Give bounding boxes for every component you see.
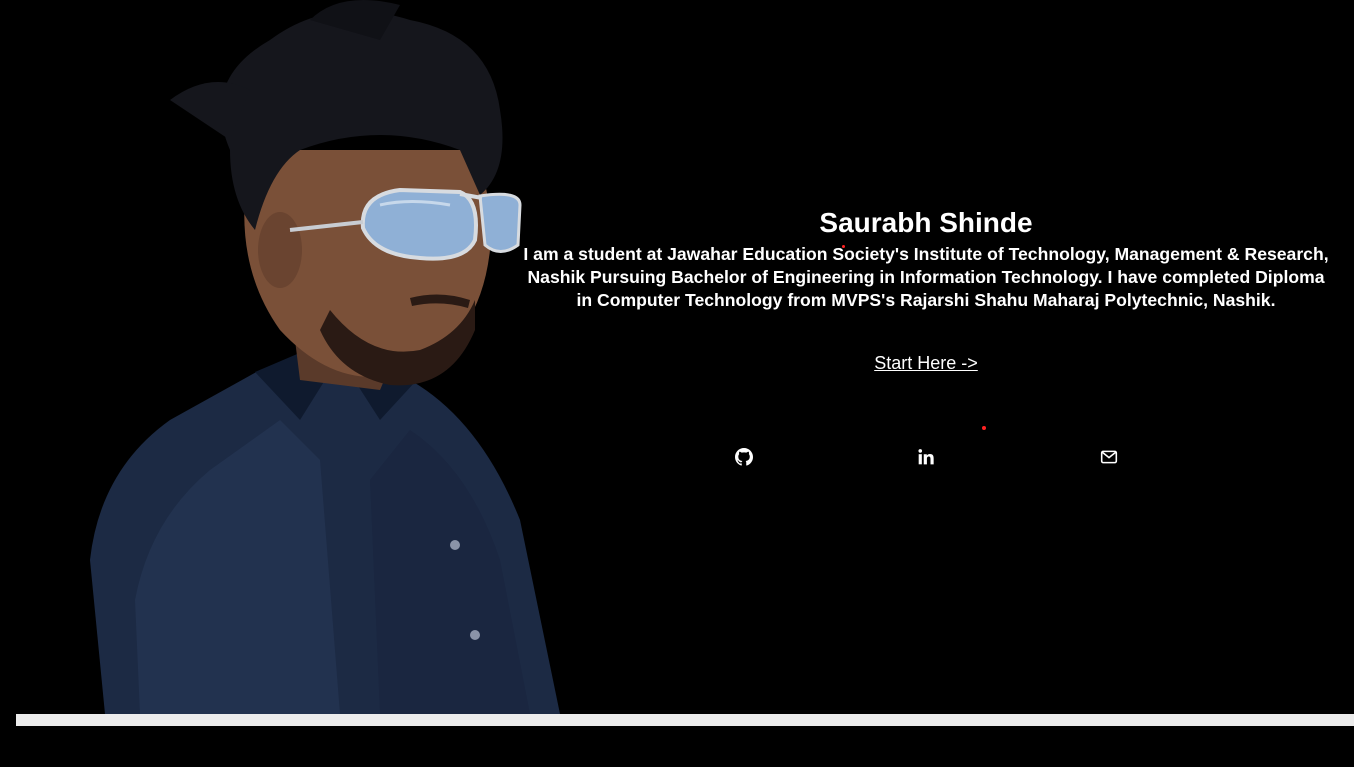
linkedin-icon <box>917 448 935 466</box>
accent-dot <box>842 245 845 248</box>
portfolio-page: Saurabh Shinde I am a student at Jawahar… <box>0 0 1354 767</box>
hero-bio: I am a student at Jawahar Education Soci… <box>523 244 1329 310</box>
linkedin-link[interactable] <box>915 446 937 468</box>
accent-dot <box>982 426 986 430</box>
profile-photo <box>80 0 570 714</box>
footer-bar <box>16 714 1354 726</box>
hero-name: Saurabh Shinde <box>819 207 1033 238</box>
social-links <box>0 446 1354 468</box>
github-icon <box>735 448 753 466</box>
hero-section: Saurabh Shinde I am a student at Jawahar… <box>520 205 1332 374</box>
start-here-link[interactable]: Start Here -> <box>874 352 978 374</box>
github-link[interactable] <box>733 446 755 468</box>
mail-icon <box>1100 448 1118 466</box>
mail-link[interactable] <box>1098 446 1120 468</box>
